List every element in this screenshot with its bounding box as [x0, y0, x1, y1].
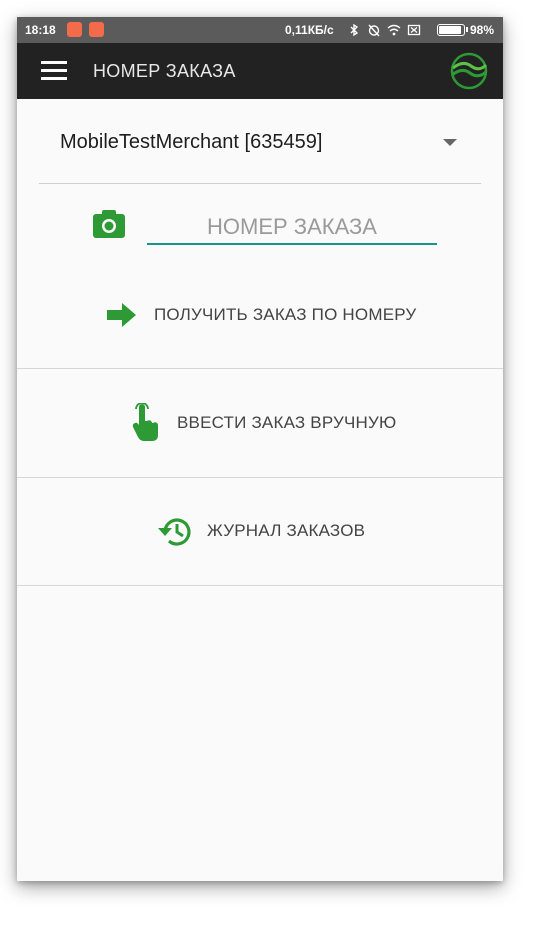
camera-icon[interactable]: [92, 209, 126, 239]
get-order-by-number-button[interactable]: ПОЛУЧИТЬ ЗАКАЗ ПО НОМЕРУ: [17, 261, 503, 369]
battery-icon: [437, 24, 468, 36]
merchant-selector[interactable]: MobileTestMerchant [635459]: [39, 99, 481, 183]
app-toolbar: НОМЕР ЗАКАЗА: [17, 43, 503, 99]
hamburger-menu-icon[interactable]: [41, 61, 67, 81]
enter-order-manually-button[interactable]: ВВЕСТИ ЗАКАЗ ВРУЧНУЮ: [17, 369, 503, 477]
notification-app-icon: [89, 22, 104, 37]
action-label: ВВЕСТИ ЗАКАЗ ВРУЧНУЮ: [177, 413, 397, 432]
notification-app-icon: [67, 22, 82, 37]
brand-logo-icon: [450, 52, 488, 90]
bluetooth-icon: [350, 23, 359, 37]
divider: [17, 585, 503, 586]
sim-off-icon: [407, 24, 421, 36]
action-label: ЖУРНАЛ ЗАКАЗОВ: [207, 521, 366, 540]
app-screen: 18:18 0,11КБ/с 98% НОМЕР ЗАКАЗА MobileTe…: [17, 17, 503, 881]
history-icon: [158, 518, 191, 546]
action-label: ПОЛУЧИТЬ ЗАКАЗ ПО НОМЕРУ: [154, 305, 417, 324]
alarm-off-icon: [368, 24, 380, 37]
status-time: 18:18: [25, 23, 56, 37]
network-speed: 0,11КБ/с: [285, 23, 334, 37]
hand-pointer-icon: [132, 403, 158, 441]
merchant-selected-value: MobileTestMerchant [635459]: [60, 131, 323, 153]
status-bar: 18:18 0,11КБ/с 98%: [17, 17, 503, 43]
dropdown-arrow-icon: [443, 139, 457, 146]
arrow-right-icon: [107, 303, 136, 327]
wifi-icon: [387, 24, 401, 36]
order-history-button[interactable]: ЖУРНАЛ ЗАКАЗОВ: [17, 477, 503, 585]
divider: [39, 183, 481, 184]
battery-percent: 98%: [470, 23, 495, 37]
page-title: НОМЕР ЗАКАЗА: [93, 61, 236, 81]
order-number-input[interactable]: [147, 211, 437, 245]
